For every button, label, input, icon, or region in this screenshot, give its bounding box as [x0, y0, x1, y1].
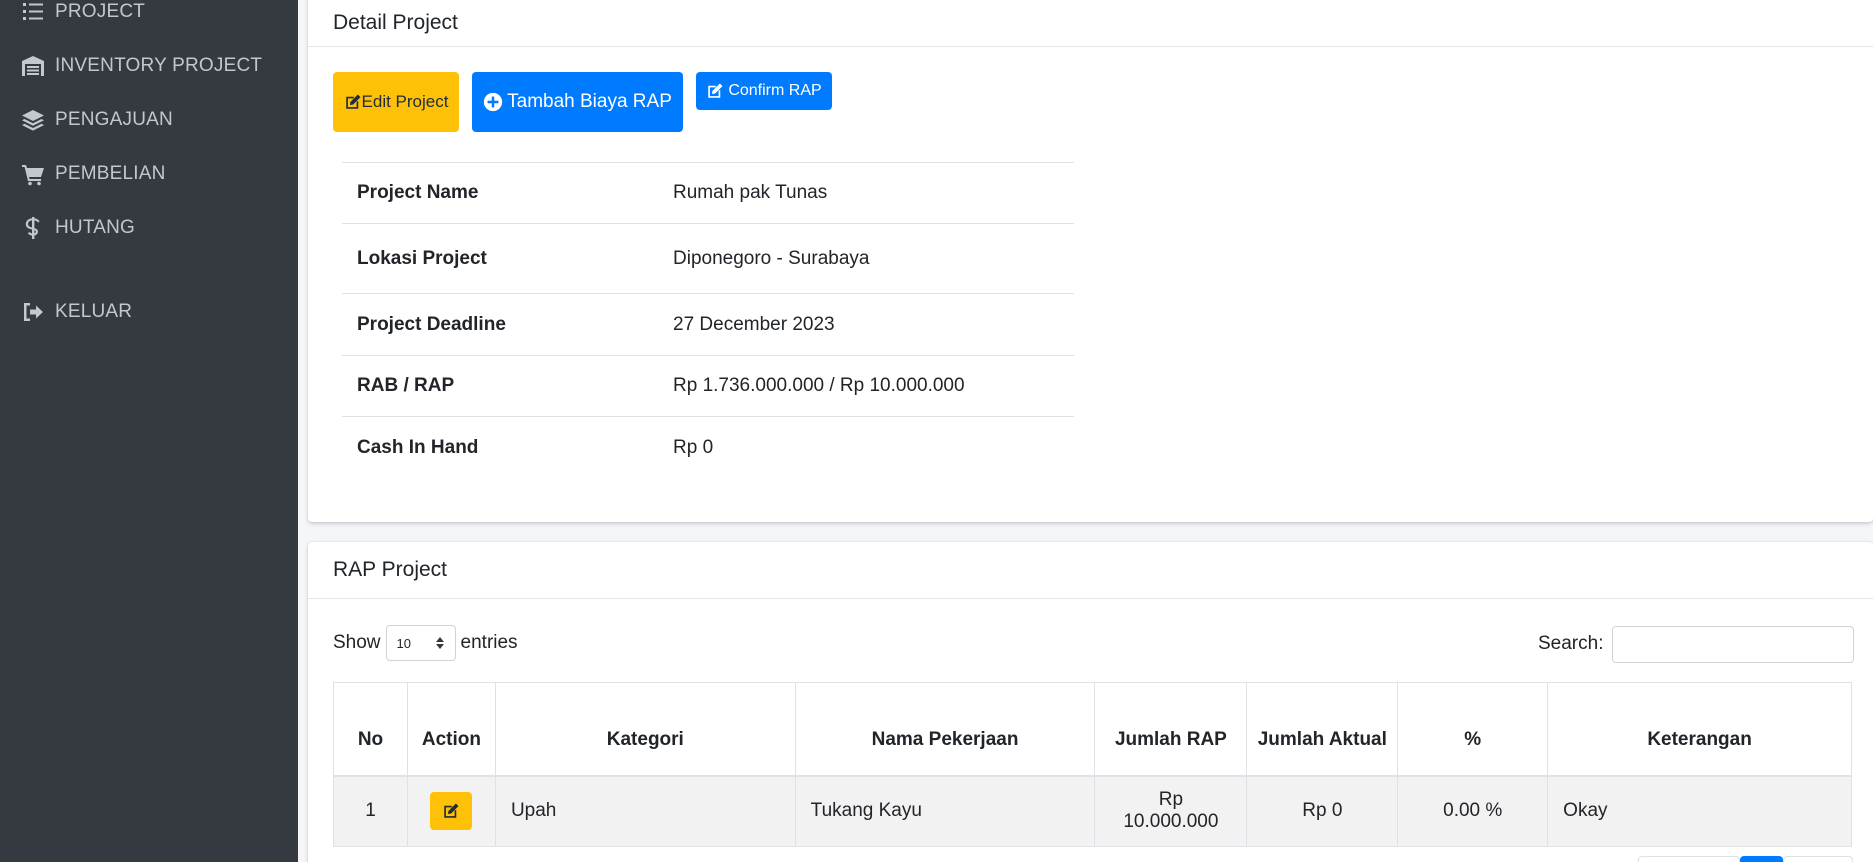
detail-key: Lokasi Project — [357, 247, 487, 269]
edit-project-button[interactable]: Edit Project — [333, 72, 459, 132]
detail-value: 27 December 2023 — [673, 313, 835, 335]
table-header-row: No Action Kategori Nama Pekerjaan Jumlah… — [333, 682, 1852, 777]
sidebar-item-hutang[interactable]: HUTANG — [0, 208, 298, 248]
table-row: 1 Upah Tukang Kayu Rp 10.000.000 Rp 0 0.… — [333, 775, 1852, 847]
cell-action — [406, 775, 496, 847]
card-title: RAP Project — [308, 542, 1873, 599]
detail-key: RAB / RAP — [357, 375, 455, 396]
cell-kategori: Upah — [494, 775, 796, 847]
plus-circle-icon — [483, 92, 503, 112]
detail-row-project-name: Project Name Rumah pak Tunas — [342, 162, 1074, 223]
sidebar-item-label: PROJECT — [55, 1, 146, 22]
column-header-kategori[interactable]: Kategori — [494, 682, 796, 777]
detail-row-deadline: Project Deadline 27 December 2023 — [342, 293, 1074, 355]
detail-row-rab-rap: RAB / RAP Rp 1.736.000.000 / Rp 10.000.0… — [342, 355, 1074, 416]
cell-jumlah-aktual: Rp 0 — [1246, 775, 1399, 847]
search-label: Search: — [1538, 633, 1604, 654]
column-header-jumlah-aktual[interactable]: Jumlah Aktual — [1246, 682, 1399, 777]
column-header-percent[interactable]: % — [1397, 682, 1549, 777]
tambah-biaya-rap-label: Tambah Biaya RAP — [507, 91, 672, 112]
layers-icon — [18, 108, 48, 132]
pagination-previous[interactable] — [1638, 856, 1740, 862]
search-input[interactable] — [1612, 625, 1855, 663]
show-label: Show — [333, 632, 381, 653]
column-header-no[interactable]: No — [333, 682, 408, 777]
detail-row-cash-in-hand: Cash In Hand Rp 0 — [342, 416, 1074, 478]
sign-out-icon — [18, 300, 48, 324]
confirm-rap-label: Confirm RAP — [728, 82, 822, 99]
edit-icon — [708, 83, 723, 98]
entries-value: 10 — [396, 635, 411, 651]
entries-length-control: Show 10 entries — [333, 624, 518, 662]
sidebar-item-pengajuan[interactable]: PENGAJUAN — [0, 100, 298, 140]
sidebar-item-keluar[interactable]: KELUAR — [0, 292, 298, 332]
column-header-keterangan[interactable]: Keterangan — [1547, 682, 1852, 777]
sidebar-item-label: HUTANG — [55, 217, 136, 238]
sidebar-item-label: INVENTORY PROJECT — [55, 55, 263, 76]
cell-keterangan: Okay — [1547, 775, 1852, 847]
column-header-action[interactable]: Action — [406, 682, 496, 777]
search-control: Search: — [1538, 625, 1855, 663]
detail-key: Project Name — [357, 182, 479, 203]
tasks-icon — [18, 0, 48, 24]
warehouse-icon — [18, 54, 48, 78]
entries-select[interactable]: 10 — [385, 625, 456, 661]
column-header-nama-pekerjaan[interactable]: Nama Pekerjaan — [794, 682, 1096, 777]
tambah-biaya-rap-button[interactable]: Tambah Biaya RAP — [472, 72, 683, 132]
sidebar-item-inventory-project[interactable]: INVENTORY PROJECT — [0, 46, 298, 86]
card-title: Detail Project — [308, 0, 1873, 47]
column-header-jumlah-rap[interactable]: Jumlah RAP — [1094, 682, 1248, 777]
dollar-icon — [18, 216, 48, 240]
detail-value: Rp 1.736.000.000 / Rp 10.000.000 — [673, 375, 965, 396]
detail-key: Project Deadline — [357, 313, 506, 335]
detail-value: Rp 0 — [673, 436, 714, 458]
pagination-next[interactable] — [1783, 856, 1853, 862]
detail-key: Cash In Hand — [357, 436, 479, 458]
cell-jumlah-rap: Rp 10.000.000 — [1094, 775, 1248, 847]
confirm-rap-button[interactable]: Confirm RAP — [696, 72, 832, 110]
entries-label: entries — [460, 632, 518, 653]
cell-no: 1 — [333, 775, 408, 847]
sidebar: PROJECT INVENTORY PROJECT PENGAJUAN PEMB… — [0, 0, 298, 862]
cart-icon — [18, 162, 48, 186]
sidebar-item-label: PENGAJUAN — [55, 109, 173, 130]
pagination-page-active[interactable] — [1740, 856, 1783, 862]
rap-table: No Action Kategori Nama Pekerjaan Jumlah… — [333, 682, 1852, 847]
detail-row-lokasi: Lokasi Project Diponegoro - Surabaya — [342, 223, 1074, 293]
cell-nama-pekerjaan: Tukang Kayu — [794, 775, 1096, 847]
edit-icon — [345, 94, 361, 109]
sort-arrows-icon — [435, 637, 444, 649]
sidebar-item-label: KELUAR — [55, 301, 133, 322]
edit-icon — [444, 803, 459, 818]
sidebar-item-pembelian[interactable]: PEMBELIAN — [0, 154, 298, 194]
edit-project-label: Edit Project — [361, 92, 449, 111]
edit-row-button[interactable] — [430, 792, 473, 831]
sidebar-item-project[interactable]: PROJECT — [0, 0, 298, 32]
sidebar-item-label: PEMBELIAN — [55, 163, 166, 184]
detail-value: Diponegoro - Surabaya — [673, 247, 870, 269]
cell-percent: 0.00 % — [1397, 775, 1549, 847]
detail-value: Rumah pak Tunas — [673, 182, 828, 203]
